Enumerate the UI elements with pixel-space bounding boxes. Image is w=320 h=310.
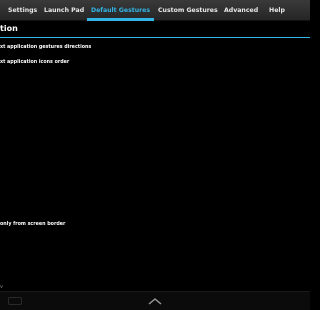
- section-divider: [0, 37, 310, 38]
- navigation-bar: [0, 291, 310, 310]
- tab-help[interactable]: Help: [268, 0, 286, 21]
- section-title: tion: [0, 24, 18, 33]
- pref-screen-border[interactable]: only from screen border: [0, 222, 65, 227]
- selected-tab-indicator: [87, 18, 154, 21]
- tab-settings[interactable]: Settings: [8, 0, 37, 21]
- recent-apps-icon[interactable]: [8, 297, 22, 305]
- tab-bar: Settings Launch Pad Default Gestures Cus…: [0, 0, 310, 21]
- tab-launch-pad[interactable]: Launch Pad: [44, 0, 84, 21]
- pref-gestures-directions[interactable]: xt application gestures directions: [0, 45, 91, 50]
- tab-custom-gestures[interactable]: Custom Gestures: [158, 0, 218, 21]
- edge-mark: v: [0, 284, 3, 290]
- pref-icons-order[interactable]: xt application icons order: [0, 60, 69, 65]
- chevron-up-icon[interactable]: [147, 296, 163, 306]
- tab-advanced[interactable]: Advanced: [224, 0, 258, 21]
